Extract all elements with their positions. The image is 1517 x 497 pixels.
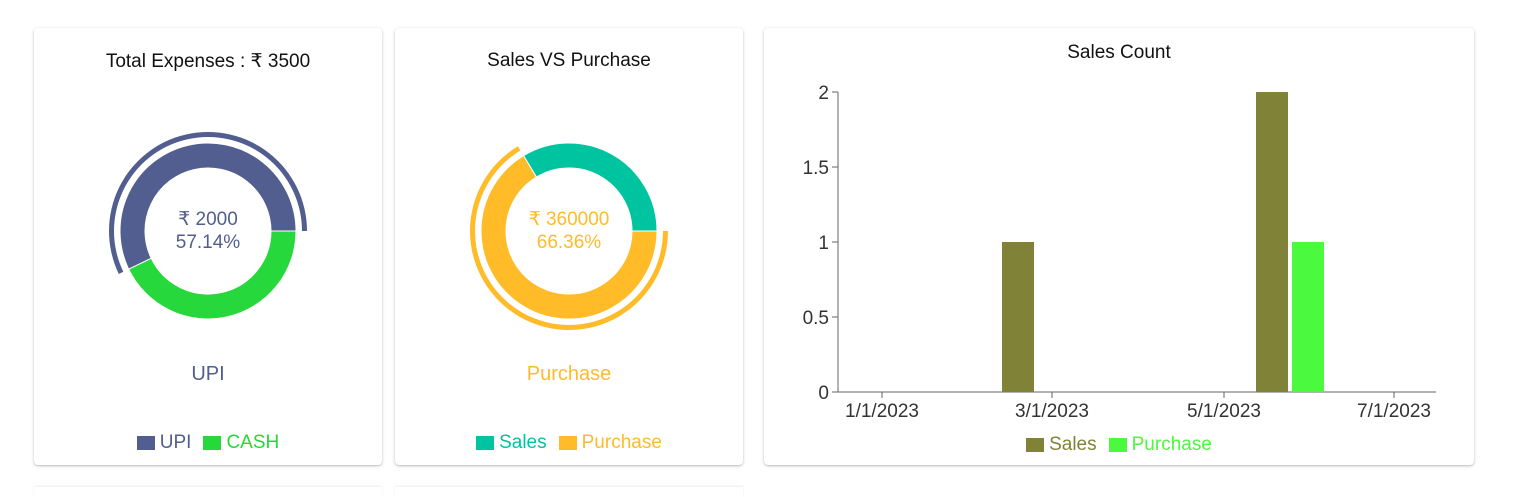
- sales-count-bar-chart: 0 0.5 1 1.5 2 1/1/2023 3/1/2023 5/1/2023 7/1/202…: [803, 83, 1436, 422]
- y-tick-label: 1.5: [803, 158, 829, 179]
- legend-label-cash: CASH: [226, 432, 280, 453]
- legend-swatch-purchase-bar: [1108, 438, 1127, 452]
- sales-vs-purchase-legend: Sales Purchase: [395, 432, 743, 454]
- sales-active-label: Purchase: [526, 363, 612, 385]
- sales-vs-purchase-card: Sales VS Purchase ₹ 360000 66.36% Purcha…: [395, 28, 743, 465]
- expenses-center-percent: 57.14%: [175, 232, 241, 253]
- legend-label-purchase: Purchase: [581, 432, 662, 453]
- bar-sales-1[interactable]: [1256, 92, 1288, 392]
- sales-count-card: Sales Count 0 0.5 1 1.5 2 1/1/2023 3/1/2023 5/1…: [764, 28, 1474, 465]
- legend-label-purchase-bar: Purchase: [1131, 434, 1212, 455]
- legend-label-upi: UPI: [159, 432, 192, 453]
- y-tick-label: 0: [818, 383, 829, 404]
- x-tick-label: 3/1/2023: [1015, 401, 1089, 422]
- legend-swatch-purchase: [558, 436, 577, 450]
- y-tick-label: 1: [818, 233, 829, 254]
- legend-swatch-cash: [203, 436, 222, 450]
- legend-swatch-sales: [476, 436, 495, 450]
- legend-item-purchase-bar[interactable]: Purchase: [1108, 434, 1212, 456]
- legend-swatch-sales-bar: [1026, 438, 1045, 452]
- sales-count-legend: Sales Purchase: [764, 434, 1474, 456]
- legend-item-upi[interactable]: UPI: [136, 432, 192, 454]
- legend-item-purchase[interactable]: Purchase: [558, 432, 662, 454]
- legend-item-cash[interactable]: CASH: [203, 432, 279, 454]
- bar-sales-0[interactable]: [1002, 242, 1034, 392]
- legend-item-sales[interactable]: Sales: [476, 432, 547, 454]
- expenses-card: Total Expenses : ₹ 3500 ₹ 2000 57.14% UP…: [34, 28, 382, 465]
- next-card-stub-left: [34, 487, 382, 497]
- x-tick-label: 7/1/2023: [1357, 401, 1431, 422]
- sales-center-value: ₹ 360000: [528, 209, 610, 230]
- expenses-legend: UPI CASH: [34, 432, 382, 454]
- bar-purchase-1[interactable]: [1292, 242, 1324, 392]
- x-tick-label: 5/1/2023: [1187, 401, 1261, 422]
- y-tick-label: 0.5: [803, 308, 829, 329]
- expenses-center-value: ₹ 2000: [178, 209, 238, 230]
- legend-label-sales-bar: Sales: [1049, 434, 1097, 455]
- legend-swatch-upi: [136, 436, 155, 450]
- expenses-active-label: UPI: [191, 363, 225, 385]
- legend-item-sales-bar[interactable]: Sales: [1026, 434, 1097, 456]
- legend-label-sales: Sales: [499, 432, 547, 453]
- next-card-stub-middle: [395, 487, 743, 497]
- sales-center-percent: 66.36%: [536, 232, 602, 253]
- x-tick-label: 1/1/2023: [845, 401, 919, 422]
- y-tick-label: 2: [818, 83, 829, 104]
